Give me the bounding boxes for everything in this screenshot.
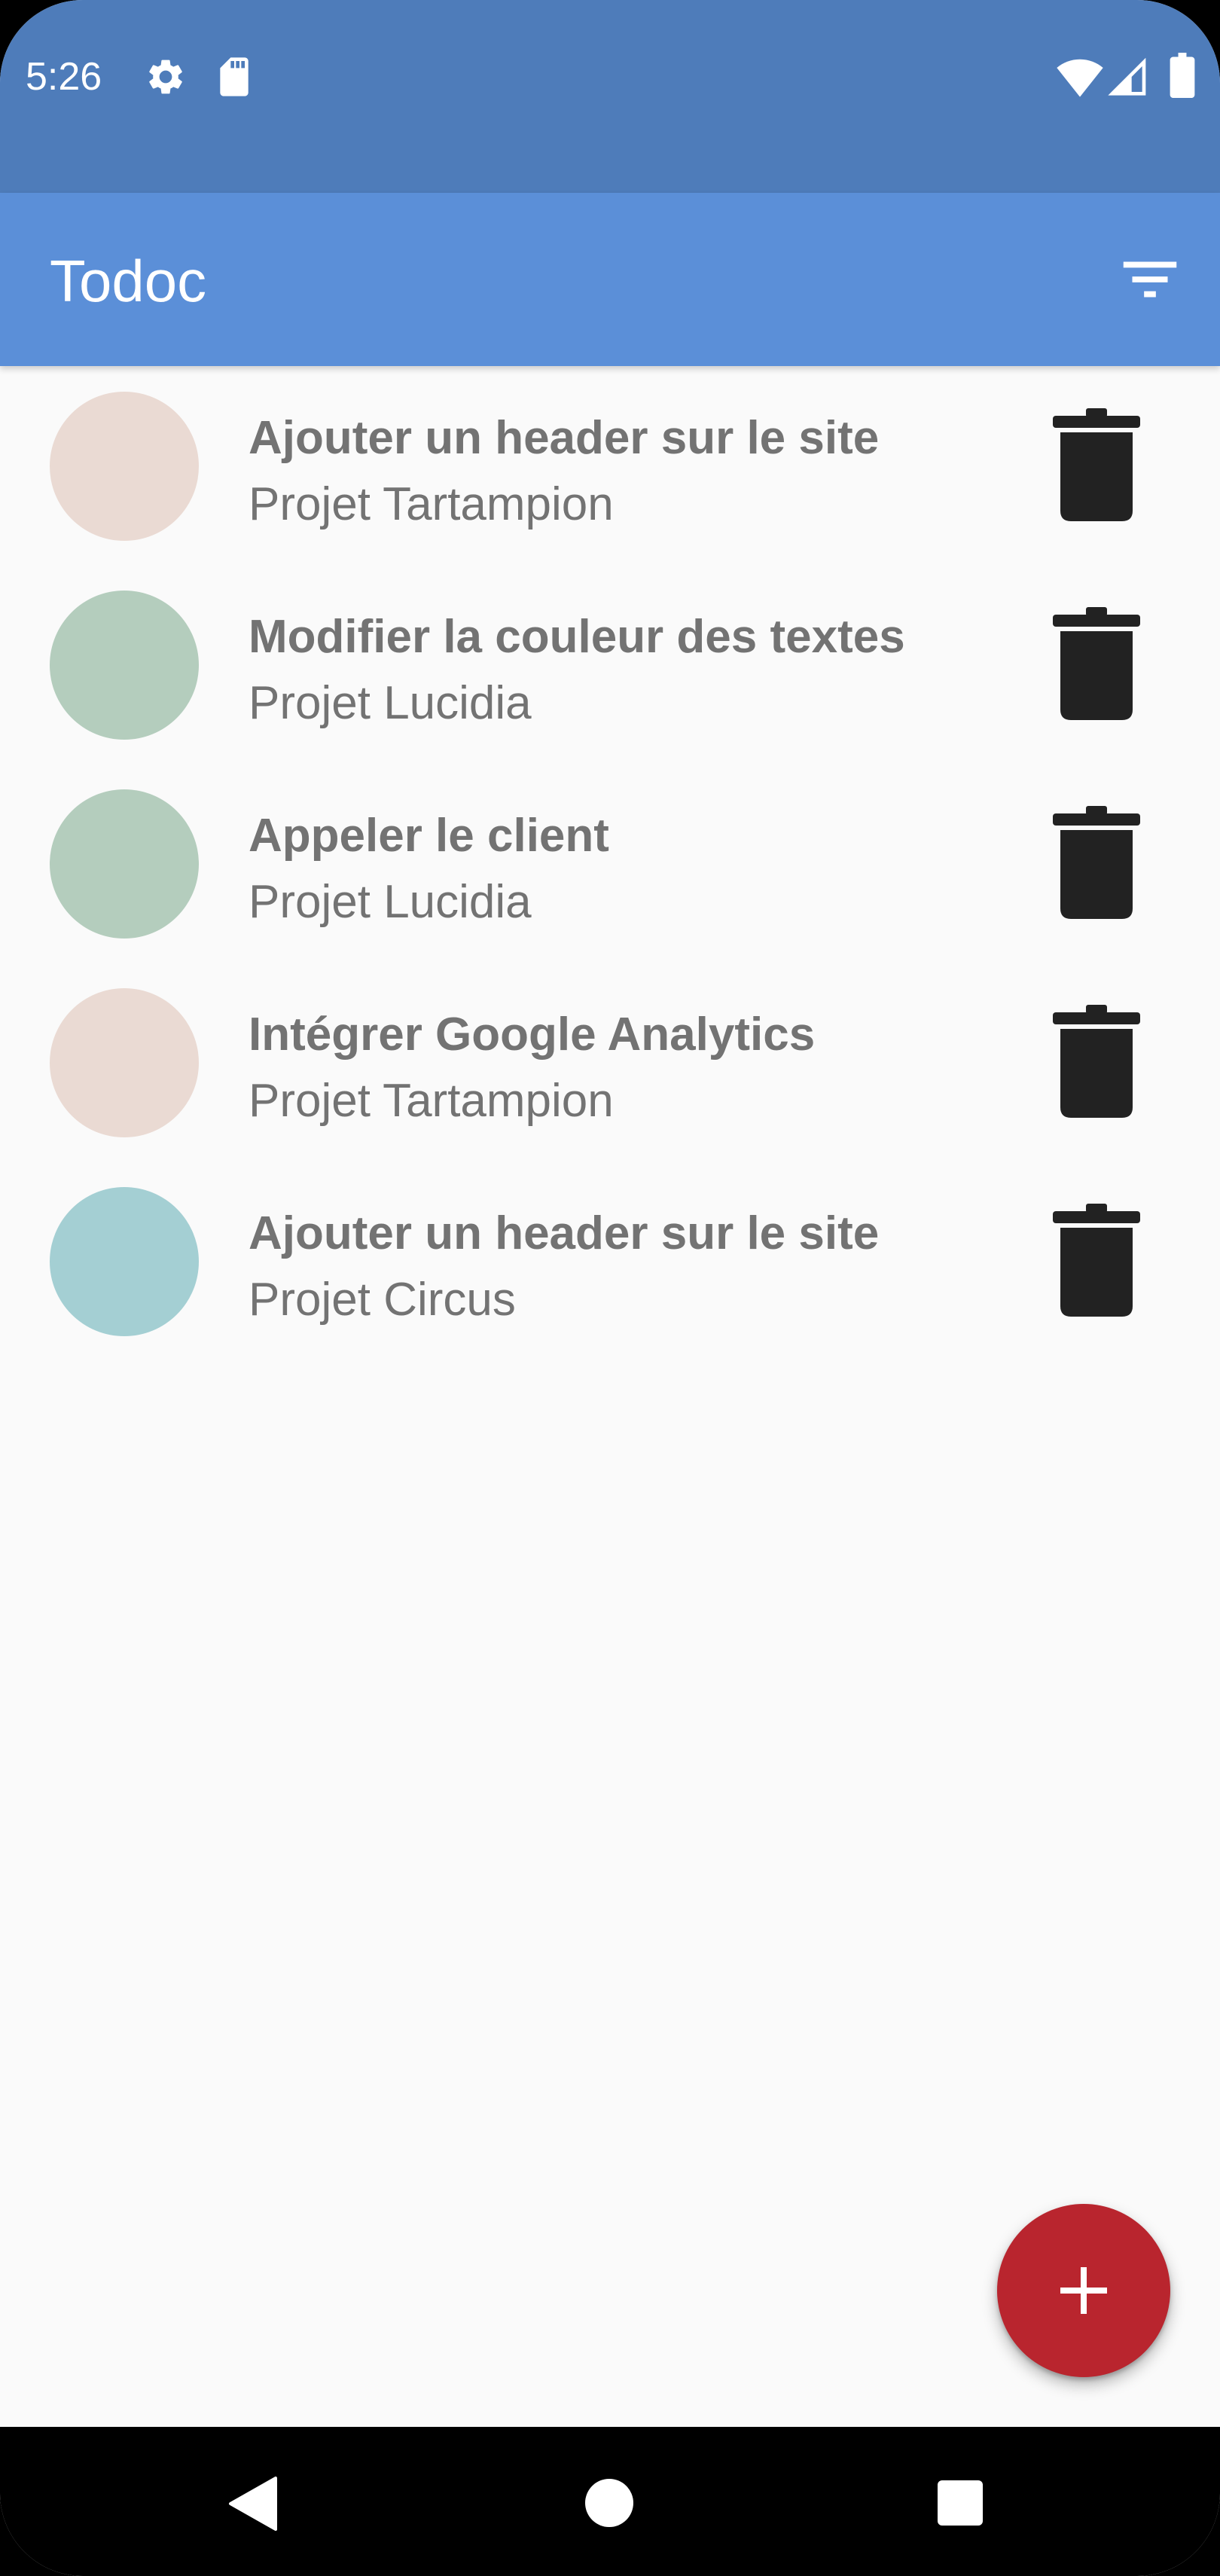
navigation-bar [0, 2427, 1220, 2576]
task-row[interactable]: Ajouter un header sur le site Projet Tar… [0, 366, 1220, 565]
task-row[interactable]: Appeler le client Projet Lucidia [0, 764, 1220, 963]
trash-icon [1053, 408, 1140, 521]
delete-button[interactable] [1044, 1003, 1149, 1124]
task-project: Projet Tartampion [249, 478, 614, 530]
task-project: Projet Circus [249, 1274, 516, 1326]
sd-card-icon [220, 57, 249, 96]
app-title: Todoc [50, 248, 207, 314]
filter-icon [1123, 261, 1177, 298]
project-color-circle [50, 1187, 199, 1336]
app-screen: 5:26 Todoc Ajouter un header sur le site… [0, 0, 1220, 2576]
task-row[interactable]: Modifier la couleur des textes Projet Lu… [0, 565, 1220, 764]
task-project: Projet Tartampion [249, 1075, 614, 1127]
task-name: Ajouter un header sur le site [249, 412, 880, 464]
task-name: Intégrer Google Analytics [249, 1009, 816, 1061]
task-name: Appeler le client [249, 810, 609, 862]
battery-icon [1170, 53, 1195, 98]
trash-icon [1053, 1005, 1140, 1118]
cell-signal-icon [1108, 57, 1146, 96]
task-name: Ajouter un header sur le site [249, 1207, 880, 1259]
task-row[interactable]: Intégrer Google Analytics Projet Tartamp… [0, 963, 1220, 1161]
plus-icon [1060, 2267, 1107, 2314]
task-project: Projet Lucidia [249, 876, 532, 928]
task-row[interactable]: Ajouter un header sur le site Projet Cir… [0, 1161, 1220, 1360]
filter-button[interactable] [1115, 244, 1185, 315]
task-list: Ajouter un header sur le site Projet Tar… [0, 366, 1220, 1360]
task-name: Modifier la couleur des textes [249, 611, 905, 663]
app-bar: Todoc [0, 193, 1220, 366]
delete-button[interactable] [1044, 1202, 1149, 1323]
home-icon[interactable] [584, 2478, 634, 2528]
back-icon[interactable] [226, 2475, 279, 2532]
trash-icon [1053, 806, 1140, 919]
wifi-icon [1057, 59, 1103, 97]
delete-button[interactable] [1044, 407, 1149, 527]
project-color-circle [50, 988, 199, 1137]
status-time: 5:26 [26, 55, 102, 99]
delete-button[interactable] [1044, 606, 1149, 726]
trash-icon [1053, 1204, 1140, 1317]
project-color-circle [50, 789, 199, 939]
trash-icon [1053, 607, 1140, 720]
recents-icon[interactable] [937, 2480, 984, 2526]
add-task-button[interactable] [997, 2204, 1170, 2377]
project-color-circle [50, 392, 199, 541]
status-bar: 5:26 [0, 0, 1220, 193]
task-project: Projet Lucidia [249, 677, 532, 729]
delete-button[interactable] [1044, 804, 1149, 925]
project-color-circle [50, 591, 199, 740]
gear-icon [149, 60, 182, 94]
